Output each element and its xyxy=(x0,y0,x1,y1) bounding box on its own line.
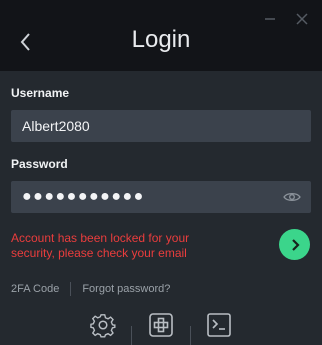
header: Login xyxy=(0,0,322,71)
username-label: Username xyxy=(11,86,70,100)
toolbar xyxy=(0,306,322,345)
username-value: Albert2080 xyxy=(22,118,90,134)
error-message: Account has been locked for your securit… xyxy=(11,231,190,260)
plus-icon[interactable] xyxy=(148,312,174,338)
login-window: Login Username Albert2080 Password ●●●●●… xyxy=(0,0,322,345)
forgot-password-link[interactable]: Forgot password? xyxy=(82,283,170,295)
submit-button[interactable] xyxy=(279,229,310,260)
twofa-link[interactable]: 2FA Code xyxy=(11,283,59,295)
auth-links: 2FA Code Forgot password? xyxy=(11,281,170,297)
password-mask: ●●●●●●●●●●● xyxy=(22,188,145,205)
eye-icon[interactable] xyxy=(283,189,301,205)
terminal-icon[interactable] xyxy=(206,312,232,338)
chevron-right-icon xyxy=(291,238,300,251)
divider xyxy=(131,326,132,345)
divider xyxy=(70,282,72,296)
gear-icon[interactable] xyxy=(90,312,116,338)
password-label: Password xyxy=(11,157,68,171)
page-title: Login xyxy=(131,26,191,53)
divider xyxy=(190,326,191,345)
username-field[interactable]: Albert2080 xyxy=(11,110,311,142)
password-field[interactable]: ●●●●●●●●●●● xyxy=(11,181,311,213)
